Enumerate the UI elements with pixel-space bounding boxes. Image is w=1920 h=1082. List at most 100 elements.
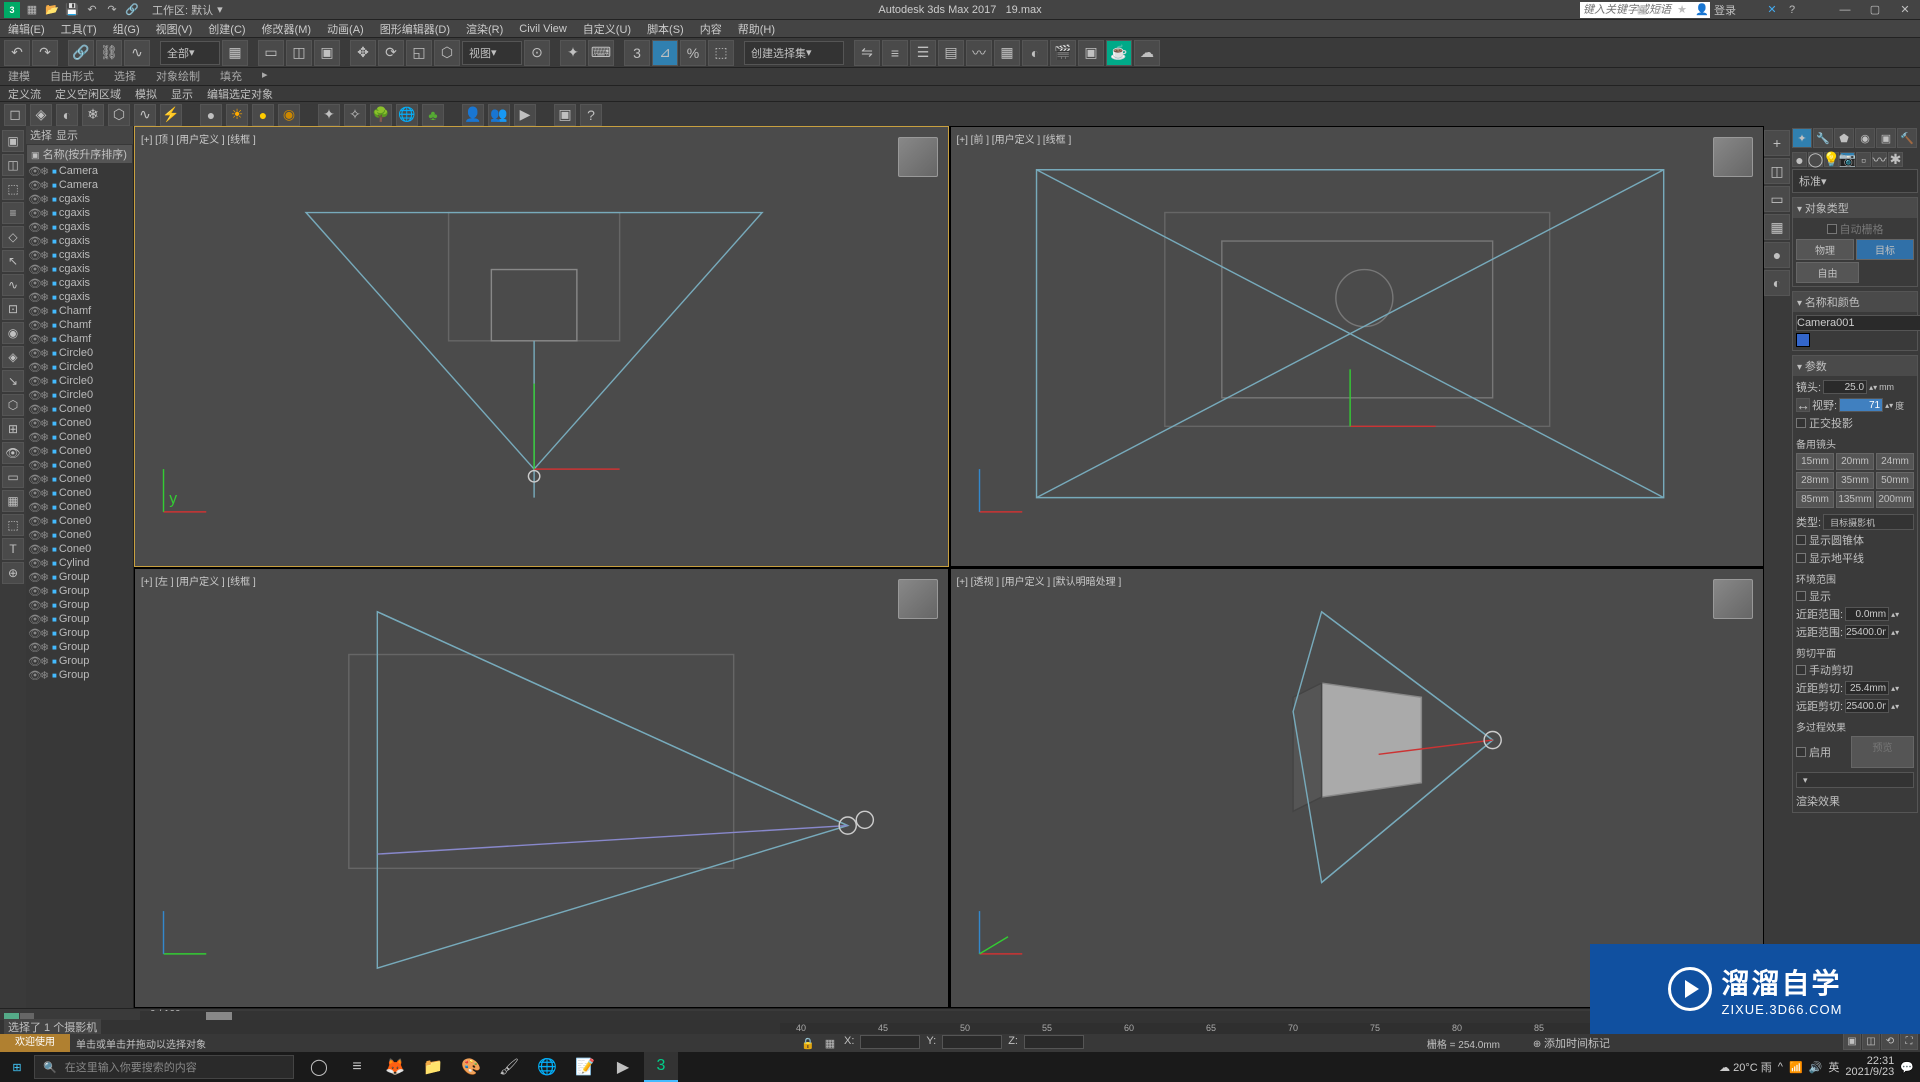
near-range-input[interactable] xyxy=(1845,607,1889,621)
scene-item[interactable]: 👁❄■Group xyxy=(26,626,133,640)
star-icon[interactable]: ☆ xyxy=(1654,2,1670,18)
rollout-objtype[interactable]: ▾ 对象类型 xyxy=(1793,198,1917,218)
menu-civil[interactable]: Civil View xyxy=(519,23,566,35)
lt-7[interactable]: ∿ xyxy=(2,274,24,296)
render-frame-button[interactable]: ▣ xyxy=(1078,40,1104,66)
scene-item[interactable]: 👁❄■Cone0 xyxy=(26,500,133,514)
scene-item[interactable]: 👁❄■cgaxis xyxy=(26,262,133,276)
particles-icon[interactable]: ❄ xyxy=(82,104,104,126)
scene-item[interactable]: 👁❄■Cone0 xyxy=(26,416,133,430)
misc2-icon[interactable]: ? xyxy=(580,104,602,126)
3dsmax-task-icon[interactable]: 3 xyxy=(644,1052,678,1082)
lt-6[interactable]: ↖ xyxy=(2,250,24,272)
lens-preset-50mm[interactable]: 50mm xyxy=(1876,472,1914,489)
nurbs-icon[interactable]: ∿ xyxy=(134,104,156,126)
ortho-check[interactable] xyxy=(1796,418,1806,428)
selection-filter[interactable]: 全部 ▾ xyxy=(160,41,220,65)
rt-6[interactable]: ◐ xyxy=(1764,270,1790,296)
grass-icon[interactable]: ♣ xyxy=(422,104,444,126)
curve-editor-button[interactable]: 〰 xyxy=(966,40,992,66)
scene-item[interactable]: 👁❄■Cone0 xyxy=(26,542,133,556)
scene-item[interactable]: 👁❄■cgaxis xyxy=(26,192,133,206)
tab-freeform[interactable]: 自由形式 xyxy=(50,68,94,85)
schematic-button[interactable]: ▦ xyxy=(994,40,1020,66)
close-button[interactable]: ✕ xyxy=(1890,0,1920,20)
menu-group[interactable]: 组(G) xyxy=(113,21,140,37)
scene-item[interactable]: 👁❄■cgaxis xyxy=(26,206,133,220)
show-cone-check[interactable] xyxy=(1796,535,1806,545)
scale-button[interactable]: ◱ xyxy=(406,40,432,66)
display-tab[interactable]: ▣ xyxy=(1876,128,1896,148)
globe-icon[interactable]: 🌐 xyxy=(396,104,418,126)
user-icon[interactable]: 👤 xyxy=(1694,2,1710,18)
sub-0[interactable]: 定义流 xyxy=(8,86,41,101)
a360-button[interactable]: ☁ xyxy=(1134,40,1160,66)
free-camera-button[interactable]: 自由 xyxy=(1796,262,1859,283)
rollout-name[interactable]: ▾ 名称和颜色 xyxy=(1793,292,1917,312)
scene-item[interactable]: 👁❄■Cone0 xyxy=(26,444,133,458)
maximize-button[interactable]: ▢ xyxy=(1860,0,1890,20)
scene-item[interactable]: 👁❄■Group xyxy=(26,640,133,654)
lens-preset-28mm[interactable]: 28mm xyxy=(1796,472,1834,489)
env-show-check[interactable] xyxy=(1796,591,1806,601)
sun-icon[interactable]: ☀ xyxy=(226,104,248,126)
scene-item[interactable]: 👁❄■Circle0 xyxy=(26,360,133,374)
undo-icon[interactable]: ↶ xyxy=(84,2,100,18)
lt-11[interactable]: ↘ xyxy=(2,370,24,392)
bind-button[interactable]: ∿ xyxy=(124,40,150,66)
named-selection[interactable]: 创建选择集 ▾ xyxy=(744,41,844,65)
geom-icon[interactable]: ● xyxy=(1792,152,1807,167)
orbit-icon[interactable]: ⟲ xyxy=(1881,1032,1899,1050)
angle-snap-toggle[interactable]: ⊿ xyxy=(652,40,678,66)
camera-type-dropdown[interactable]: 标准 ▾ xyxy=(1792,169,1918,193)
clock[interactable]: 22:31 2021/9/23 xyxy=(1845,1056,1894,1078)
misc1-icon[interactable]: ▣ xyxy=(554,104,576,126)
percent-snap-toggle[interactable]: % xyxy=(680,40,706,66)
spinner-snap-toggle[interactable]: ⬚ xyxy=(708,40,734,66)
add-time-tag[interactable]: ⊕ 添加时间标记 xyxy=(1533,1035,1610,1051)
scene-item[interactable]: 👁❄■Chamf xyxy=(26,318,133,332)
utilities-tab[interactable]: 🔨 xyxy=(1897,128,1917,148)
tab-populate[interactable]: 填充 xyxy=(220,68,242,85)
far-range-input[interactable] xyxy=(1845,625,1889,639)
motion-tab[interactable]: ◉ xyxy=(1855,128,1875,148)
menu-script[interactable]: 脚本(S) xyxy=(647,21,684,37)
dynamics-icon[interactable]: ⚡ xyxy=(160,104,182,126)
exchange-icon[interactable]: ✕ xyxy=(1764,2,1780,18)
fov-type-icon[interactable]: ↔ xyxy=(1796,398,1810,412)
lens-preset-35mm[interactable]: 35mm xyxy=(1836,472,1874,489)
app4-icon[interactable]: ▶ xyxy=(606,1052,640,1082)
grid-icon[interactable]: ▦ xyxy=(1634,2,1650,18)
lens-preset-24mm[interactable]: 24mm xyxy=(1876,453,1914,470)
sub-3[interactable]: 显示 xyxy=(171,86,193,101)
helpers-icon[interactable]: ▫ xyxy=(1856,152,1871,167)
save-icon[interactable]: 💾 xyxy=(64,2,80,18)
explorer-icon[interactable]: 📁 xyxy=(416,1052,450,1082)
scene-item[interactable]: 👁❄■Chamf xyxy=(26,332,133,346)
tray-up-icon[interactable]: ^ xyxy=(1778,1061,1783,1073)
ext-prim-icon[interactable]: ◈ xyxy=(30,104,52,126)
scene-item[interactable]: 👁❄■Cylind xyxy=(26,556,133,570)
app2-icon[interactable]: 🖌 xyxy=(492,1052,526,1082)
scene-item[interactable]: 👁❄■Circle0 xyxy=(26,388,133,402)
scene-item[interactable]: 👁❄■Group xyxy=(26,612,133,626)
scene-item[interactable]: 👁❄■Group xyxy=(26,668,133,682)
rt-2[interactable]: ◫ xyxy=(1764,158,1790,184)
physical-camera-button[interactable]: 物理 xyxy=(1796,239,1854,260)
lt-3[interactable]: ⬚ xyxy=(2,178,24,200)
lt-12[interactable]: ⬡ xyxy=(2,394,24,416)
lt-8[interactable]: ⊡ xyxy=(2,298,24,320)
login-link[interactable]: 登录 xyxy=(1714,2,1736,18)
task-view-icon[interactable]: ◯ xyxy=(302,1052,336,1082)
lt-4[interactable]: ≡ xyxy=(2,202,24,224)
manual-clip-check[interactable] xyxy=(1796,665,1806,675)
scene-item[interactable]: 👁❄■Cone0 xyxy=(26,430,133,444)
lens-preset-200mm[interactable]: 200mm xyxy=(1876,491,1914,508)
fav-icon[interactable]: ★ xyxy=(1674,2,1690,18)
menu-graph[interactable]: 图形编辑器(D) xyxy=(380,21,450,37)
render-setup-button[interactable]: 🎬 xyxy=(1050,40,1076,66)
scene-item[interactable]: 👁❄■Cone0 xyxy=(26,528,133,542)
systems-icon[interactable]: ✱ xyxy=(1888,152,1903,167)
mp-dropdown[interactable]: ▾ xyxy=(1796,772,1914,788)
scene-item[interactable]: 👁❄■Cone0 xyxy=(26,472,133,486)
